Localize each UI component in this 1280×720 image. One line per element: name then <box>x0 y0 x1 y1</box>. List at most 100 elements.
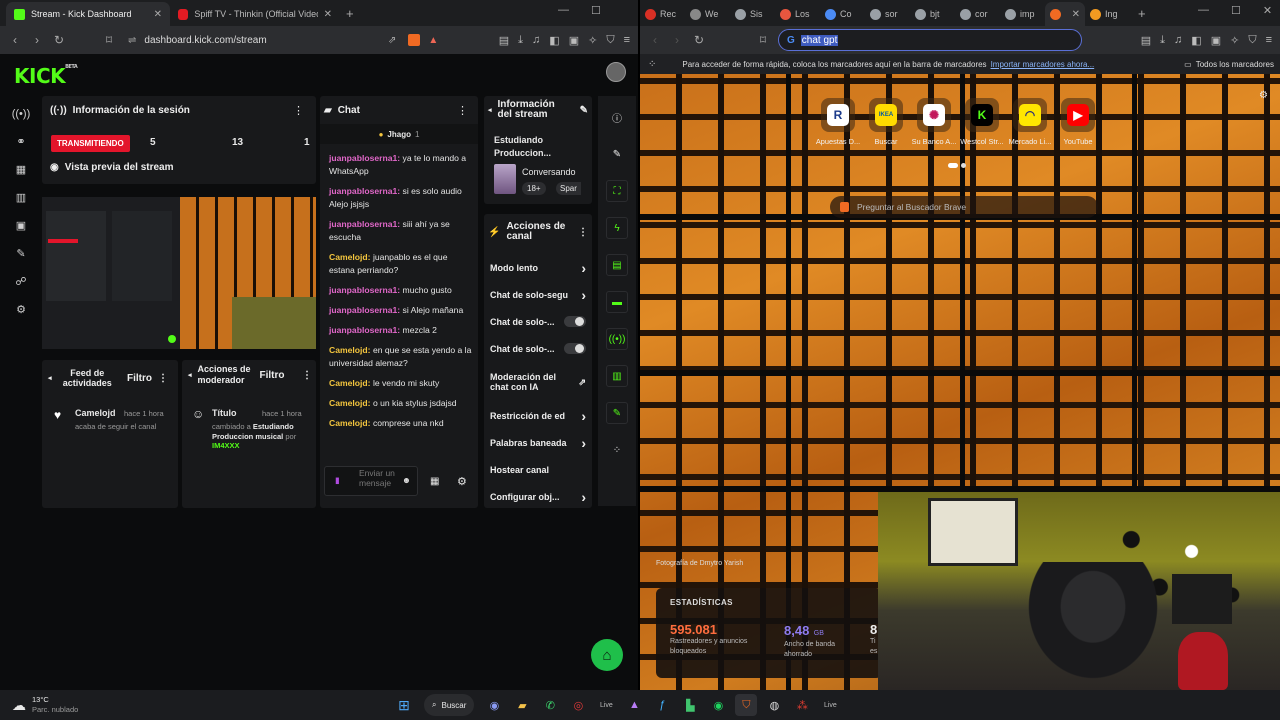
browser-tab[interactable]: Los <box>775 2 820 26</box>
all-bookmarks-button[interactable]: Todos los marcadores <box>1196 60 1274 69</box>
channel-action-item[interactable]: Configurar obj... › <box>490 483 586 510</box>
share-icon[interactable]: ⇗ <box>388 35 396 46</box>
media-icon[interactable]: ♫ <box>532 34 540 47</box>
capcut-icon[interactable]: ƒ <box>651 694 673 716</box>
chat-username[interactable]: Camelojd: <box>329 252 371 262</box>
forward-icon[interactable]: › <box>666 33 688 47</box>
spotify-icon[interactable]: ◉ <box>707 694 729 716</box>
import-bookmarks-link[interactable]: Importar marcadores ahora... <box>991 60 1095 69</box>
kick-logo[interactable]: KICKBETA <box>14 64 78 88</box>
support-chat-button[interactable]: ⌂ <box>591 639 623 671</box>
channel-action-item[interactable]: Restricción de ed › <box>490 402 586 429</box>
menu-icon[interactable]: ≡ <box>1266 34 1272 47</box>
ableton-live-icon[interactable]: Live <box>595 694 617 716</box>
apps-icon[interactable]: ⁘ <box>606 439 628 461</box>
collapse-icon[interactable]: ◂ <box>48 374 52 382</box>
browser-tab[interactable]: cor <box>955 2 1000 26</box>
browser-tab[interactable]: Co <box>820 2 865 26</box>
game-icon[interactable]: ▙ <box>679 694 701 716</box>
settings-icon[interactable]: ⚙ <box>16 303 26 316</box>
top-site-shortcut[interactable]: IKEA Buscar <box>861 98 911 146</box>
activity-user[interactable]: Camelojd <box>75 408 116 418</box>
browser-tab[interactable]: bjt <box>910 2 955 26</box>
browser-tab[interactable]: Rec <box>640 2 685 26</box>
broadcast-icon[interactable]: ((•)) <box>606 328 628 350</box>
sidebar-icon[interactable]: ◧ <box>549 34 559 47</box>
chat-message[interactable]: Camelojd: comprese una nkd <box>329 417 474 430</box>
top-site-shortcut[interactable]: ◠ Mercado Li... <box>1005 98 1055 146</box>
minimize-icon[interactable]: — <box>1198 4 1209 17</box>
brave-rewards-icon[interactable]: ▲ <box>428 35 438 46</box>
community-icon[interactable]: ☍ <box>15 275 26 288</box>
start-icon[interactable]: ⊞ <box>393 694 415 716</box>
chat-message[interactable]: Camelojd: juanpablo es el que estana per… <box>329 251 474 277</box>
channel-action-item[interactable]: Palabras baneada › <box>490 429 586 456</box>
layout-icon[interactable]: ▥ <box>606 365 628 387</box>
address-bar[interactable]: ⇌ dashboard.kick.com/stream <box>120 29 380 51</box>
chat-username[interactable]: juanpabloserna1: <box>329 285 400 295</box>
chat-username[interactable]: juanpabloserna1: <box>329 219 400 229</box>
wrench-icon[interactable]: ✎ <box>606 402 628 424</box>
toggle-switch[interactable] <box>564 316 586 327</box>
browser-tab[interactable]: Sis <box>730 2 775 26</box>
chat-username[interactable]: juanpabloserna1: <box>329 325 400 335</box>
chat-username[interactable]: Camelojd: <box>329 398 371 408</box>
notes-icon[interactable]: ▤ <box>606 254 628 276</box>
more-icon[interactable]: ⋮ <box>578 227 588 238</box>
more-icon[interactable]: ⋮ <box>158 373 168 384</box>
minimize-icon[interactable]: — <box>558 4 569 17</box>
taskbar-search[interactable]: ⌕ Buscar <box>424 694 475 716</box>
top-site-shortcut[interactable]: R Apuestas D... <box>813 98 863 146</box>
brave-taskbar-icon[interactable]: ⛉ <box>735 694 758 716</box>
chat-username[interactable]: Camelojd: <box>329 345 371 355</box>
reload-icon[interactable]: ↻ <box>688 33 710 47</box>
back-icon[interactable]: ‹ <box>4 33 26 47</box>
close-icon[interactable]: ✕ <box>324 9 332 20</box>
close-window-icon[interactable]: ✕ <box>1263 4 1272 17</box>
chat-message[interactable]: juanpabloserna1: siii ahí ya se escucha <box>329 218 474 244</box>
edit-icon[interactable]: ✎ <box>580 105 588 116</box>
site-info-icon[interactable]: ⇌ <box>128 35 136 46</box>
sidebar-icon[interactable]: ◧ <box>1191 34 1201 47</box>
reader-icon[interactable]: ▤ <box>1141 34 1151 47</box>
top-site-shortcut[interactable]: K Westcol Str... <box>957 98 1007 146</box>
weather-widget[interactable]: ☁ 13°C Parc. nublado <box>12 695 78 715</box>
reload-icon[interactable]: ↻ <box>48 33 70 47</box>
store-icon[interactable]: ▦ <box>430 476 439 487</box>
tools-icon[interactable]: ✎ <box>16 247 25 260</box>
ableton-live-2-icon[interactable]: Live <box>819 694 841 716</box>
pager-dot[interactable] <box>948 163 958 168</box>
pinned-bar[interactable]: ● Jhago 1 <box>320 124 478 144</box>
toggle-switch[interactable] <box>564 343 586 354</box>
chart-icon[interactable]: ▥ <box>16 191 26 204</box>
wallet-icon[interactable]: ▣ <box>1211 34 1221 47</box>
tab-kick-dashboard[interactable]: Stream - Kick Dashboard ✕ <box>6 2 170 26</box>
lightning-icon[interactable]: ϟ <box>606 217 628 239</box>
file-explorer-icon[interactable]: ▰ <box>511 694 533 716</box>
bookmark-icon[interactable]: ⌑ <box>752 33 774 47</box>
channel-action-item[interactable]: Chat de solo-... <box>490 335 586 362</box>
new-tab-icon[interactable]: + <box>346 6 354 21</box>
media-library-icon[interactable]: ▣ <box>16 219 26 232</box>
close-icon[interactable]: ✕ <box>154 9 162 20</box>
category-name[interactable]: Conversando <box>522 167 576 177</box>
top-site-shortcut[interactable]: ✺ Su Banco A... <box>909 98 959 146</box>
vpn-icon[interactable]: ⛉ <box>1248 34 1256 47</box>
whatsapp-icon[interactable]: ✆ <box>539 694 561 716</box>
media-icon[interactable]: ♫ <box>1174 34 1182 47</box>
leo-icon[interactable]: ✧ <box>588 34 597 47</box>
chat-username[interactable]: juanpabloserna1: <box>329 305 400 315</box>
vpn-icon[interactable]: ⛉ <box>606 34 614 47</box>
mic-icon[interactable]: ▮ <box>335 475 340 486</box>
chat-bubble-icon[interactable]: ▬ <box>606 291 628 313</box>
acrobat-icon[interactable]: ⁂ <box>791 694 813 716</box>
chat-username[interactable]: juanpabloserna1: <box>329 153 400 163</box>
link-icon[interactable]: ⚭ <box>16 135 25 148</box>
collapse-icon[interactable]: ◂ <box>488 106 492 114</box>
download-icon[interactable]: ⤓ <box>518 34 523 47</box>
stream-icon[interactable]: ((•)) <box>12 108 31 120</box>
filter-button[interactable]: Filtro <box>260 370 285 381</box>
leo-icon[interactable]: ✧ <box>1230 34 1239 47</box>
wallet-icon[interactable]: ▣ <box>569 34 579 47</box>
address-bar[interactable]: G chat gpt <box>778 29 1082 51</box>
